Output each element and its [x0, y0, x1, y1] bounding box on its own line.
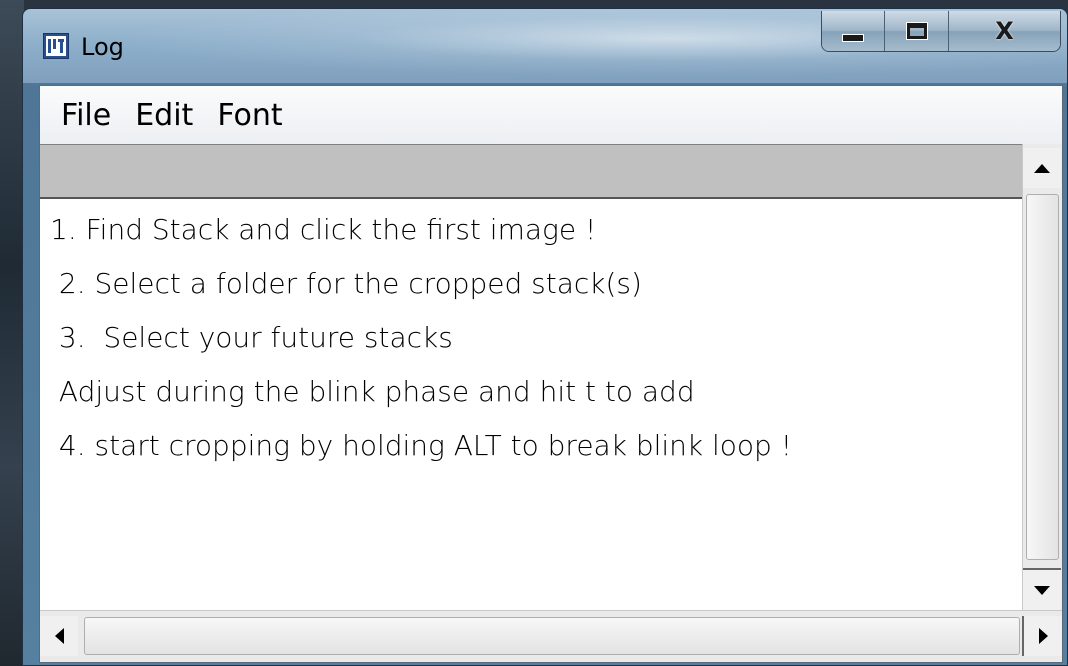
- menu-file[interactable]: File: [52, 98, 120, 133]
- scroll-up-button[interactable]: [1023, 148, 1061, 188]
- menu-bar: File Edit Font: [40, 86, 1062, 145]
- scroll-right-button[interactable]: [1022, 616, 1062, 656]
- close-button[interactable]: X: [948, 11, 1060, 51]
- log-line: 3. Select your future stacks: [50, 321, 453, 354]
- log-header-strip: [40, 145, 1022, 199]
- maximize-button[interactable]: [884, 11, 948, 51]
- arrow-right-icon: [1038, 628, 1048, 644]
- vertical-scrollbar[interactable]: [1022, 144, 1062, 610]
- arrow-left-icon: [54, 628, 64, 644]
- log-line: Adjust during the blink phase and hit t …: [50, 375, 695, 408]
- arrow-up-icon: [1034, 163, 1050, 173]
- window-title: Log: [81, 33, 124, 61]
- title-bar[interactable]: Log X: [23, 9, 1067, 83]
- caption-buttons: X: [821, 11, 1061, 52]
- log-line: 2. Select a folder for the cropped stack…: [50, 267, 642, 300]
- log-line: 1. Find Stack and click the first image …: [50, 213, 597, 246]
- log-line: 4. start cropping by holding ALT to brea…: [50, 429, 792, 462]
- log-window: Log X File Edit Font 1. Find Stack and c…: [22, 8, 1068, 666]
- desktop-background: [0, 0, 24, 666]
- close-icon: X: [995, 17, 1014, 45]
- menu-font[interactable]: Font: [208, 98, 291, 133]
- minimize-icon: [842, 34, 864, 42]
- scroll-down-button[interactable]: [1023, 568, 1061, 610]
- log-lines: 1. Find Stack and click the first image …: [50, 209, 792, 479]
- scroll-left-button[interactable]: [40, 616, 78, 656]
- horizontal-scrollbar[interactable]: [40, 610, 1062, 662]
- maximize-icon: [905, 22, 928, 40]
- log-text-area[interactable]: 1. Find Stack and click the first image …: [40, 144, 1022, 611]
- minimize-button[interactable]: [822, 11, 884, 51]
- menu-edit[interactable]: Edit: [126, 98, 202, 133]
- vertical-scroll-thumb[interactable]: [1026, 194, 1059, 560]
- arrow-down-icon: [1034, 585, 1050, 595]
- client-area: File Edit Font 1. Find Stack and click t…: [39, 85, 1063, 663]
- horizontal-scroll-thumb[interactable]: [84, 617, 1020, 655]
- imagej-log-icon: [43, 33, 69, 59]
